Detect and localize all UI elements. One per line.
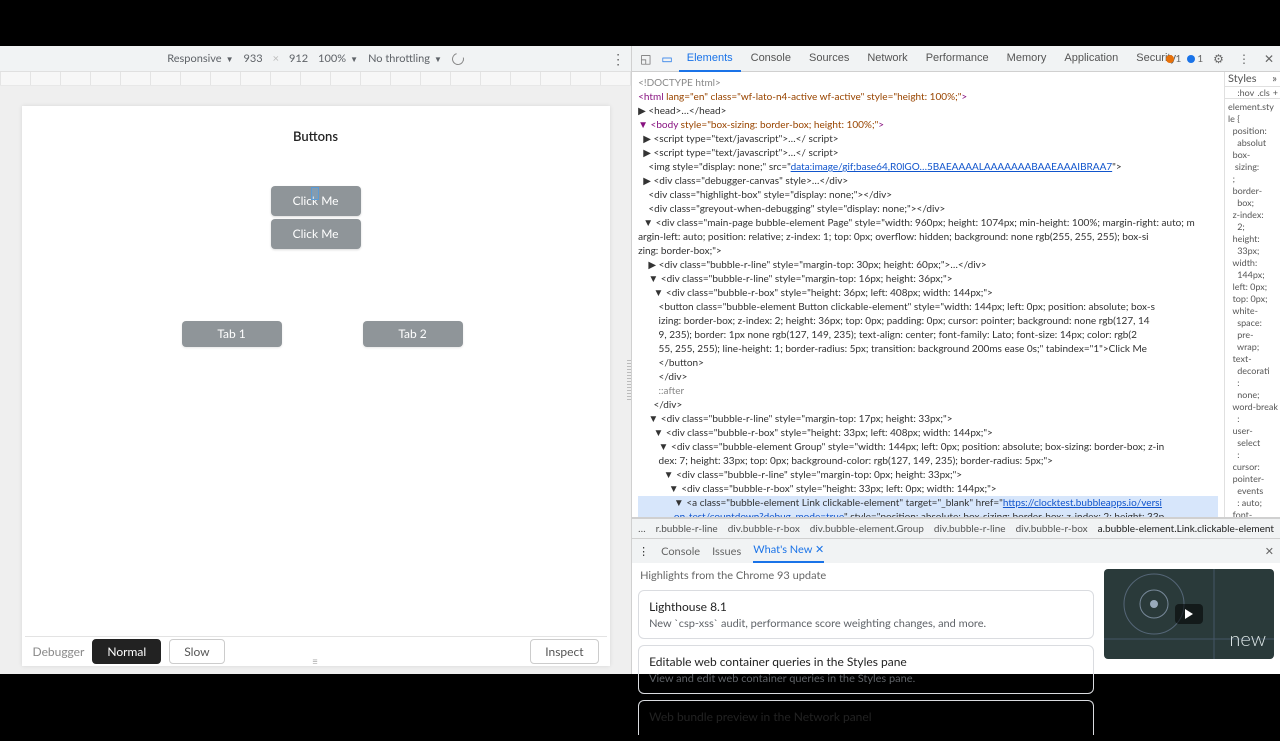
speed-slow-button[interactable]: Slow bbox=[169, 639, 224, 664]
hov-toggle[interactable]: :hov bbox=[1237, 87, 1254, 98]
click-me-button-2[interactable]: Click Me bbox=[271, 219, 361, 249]
styles-rules[interactable]: element.sty le { position: absolut box- … bbox=[1225, 99, 1280, 517]
tab-network[interactable]: Network bbox=[859, 46, 915, 71]
device-toolbar-options-icon[interactable]: ⋮ bbox=[611, 46, 625, 72]
error-count[interactable]: 1 bbox=[1166, 53, 1182, 65]
debugger-label: Debugger bbox=[33, 644, 85, 659]
tab-performance[interactable]: Performance bbox=[918, 46, 997, 71]
device-toolbar: Responsive▼ 933 × 912 100%▼ No throttlin… bbox=[0, 46, 631, 72]
styles-tab[interactable]: Styles bbox=[1228, 72, 1257, 85]
viewport-width-input[interactable]: 933 bbox=[244, 52, 263, 65]
tab-2-button[interactable]: Tab 2 bbox=[363, 321, 463, 347]
page-canvas: Buttons Click Me Click Me Tab 1 Tab 2 De… bbox=[22, 106, 610, 666]
selected-dom-node[interactable]: ▼ <a class="bubble-element Link clickabl… bbox=[638, 496, 1218, 517]
dimension-separator: × bbox=[273, 52, 279, 65]
whatsnew-video-thumb[interactable]: new bbox=[1104, 569, 1274, 659]
play-icon bbox=[1175, 604, 1203, 624]
inspect-element-icon[interactable]: ◱ bbox=[636, 51, 655, 66]
throttling-dropdown[interactable]: No throttling▼ bbox=[368, 52, 442, 65]
zoom-dropdown[interactable]: 100%▼ bbox=[318, 52, 358, 65]
whatsnew-headline: Highlights from the Chrome 93 update bbox=[638, 569, 1094, 584]
drag-handle-icon[interactable]: ≡ bbox=[304, 656, 328, 662]
close-tab-icon[interactable]: ✕ bbox=[815, 543, 824, 556]
news-card[interactable]: Lighthouse 8.1New `csp-xss` audit, perfo… bbox=[638, 590, 1094, 639]
drawer-tabstrip: ⋮ Console Issues What's New ✕ ✕ bbox=[632, 539, 1280, 563]
inspect-button[interactable]: Inspect bbox=[530, 639, 598, 664]
dom-breadcrumbs[interactable]: … r.bubble-r-line div.bubble-r-box div.b… bbox=[632, 518, 1280, 538]
speed-normal-button[interactable]: Normal bbox=[92, 639, 161, 664]
settings-gear-icon[interactable]: ⚙ bbox=[1209, 51, 1228, 66]
tab-sources[interactable]: Sources bbox=[801, 46, 857, 71]
news-card[interactable]: Web bundle preview in the Network panel bbox=[638, 700, 1094, 735]
viewport-height-input[interactable]: 912 bbox=[289, 52, 308, 65]
devtools-kebab-icon[interactable]: ⋮ bbox=[1234, 51, 1254, 66]
rotate-icon[interactable] bbox=[452, 53, 464, 65]
tab-memory[interactable]: Memory bbox=[999, 46, 1055, 71]
click-me-button-1[interactable]: Click Me bbox=[271, 186, 361, 216]
devtools-tabstrip: ◱ ▭ Elements Console Sources Network Per… bbox=[632, 46, 1280, 72]
drawer-kebab-icon[interactable]: ⋮ bbox=[638, 545, 649, 558]
styles-overflow-icon[interactable]: » bbox=[1272, 72, 1277, 85]
cls-toggle[interactable]: .cls bbox=[1257, 87, 1269, 98]
drawer-close-icon[interactable]: ✕ bbox=[1265, 545, 1274, 558]
elements-dom-tree[interactable]: <!DOCTYPE html> <html lang="en" class="w… bbox=[632, 72, 1224, 517]
device-mode-icon[interactable]: ▭ bbox=[657, 51, 676, 66]
tab-console[interactable]: Console bbox=[743, 46, 799, 71]
styles-pane: Styles » :hov .cls + element.sty le { po… bbox=[1224, 72, 1280, 517]
issue-count[interactable]: 1 bbox=[1187, 53, 1203, 65]
tab-elements[interactable]: Elements bbox=[679, 46, 741, 72]
drawer-tab-whatsnew[interactable]: What's New ✕ bbox=[753, 539, 824, 563]
pane-resize-handle[interactable] bbox=[627, 360, 631, 400]
page-title: Buttons bbox=[22, 128, 610, 144]
responsive-dropdown[interactable]: Responsive▼ bbox=[167, 52, 233, 65]
ruler bbox=[0, 72, 631, 86]
news-card[interactable]: Editable web container queries in the St… bbox=[638, 645, 1094, 694]
tab-1-button[interactable]: Tab 1 bbox=[182, 321, 282, 347]
close-devtools-icon[interactable]: ✕ bbox=[1260, 51, 1278, 66]
drawer-tab-issues[interactable]: Issues bbox=[712, 545, 741, 558]
thumb-caption: new bbox=[1229, 627, 1266, 651]
drawer-tab-console[interactable]: Console bbox=[661, 545, 700, 558]
new-rule-icon[interactable]: + bbox=[1273, 87, 1278, 98]
tab-application[interactable]: Application bbox=[1056, 46, 1126, 71]
